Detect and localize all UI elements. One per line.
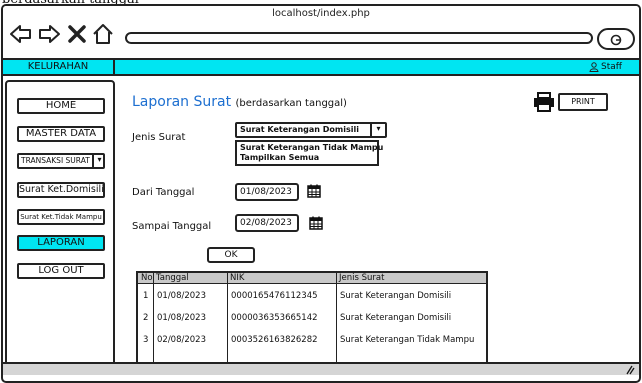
page-title-text: Laporan Surat (132, 94, 232, 110)
cell-tanggal: 01/08/2023 (157, 313, 206, 323)
sidebar-item-master-data[interactable]: MASTER DATA (17, 126, 105, 142)
sidebar-item-surat-domisili[interactable]: Surat Ket.Domisili (17, 182, 105, 198)
cell-no: 1 (143, 291, 149, 301)
column-header: Jenis Surat (339, 273, 385, 283)
tab-title: localhost/index.php (272, 8, 370, 19)
sampai-tanggal-input[interactable]: 02/08/2023 (235, 214, 299, 232)
brand-label: KELURAHAN (3, 60, 115, 74)
sidebar-item-surat-tidak-mampu[interactable]: Surat Ket.Tidak Mampu (17, 209, 105, 225)
column-header: No (141, 273, 153, 283)
sidebar-item-laporan[interactable]: LAPORAN (17, 235, 105, 251)
results-table: No Tanggal NIK Jenis Surat 1 01/08/2023 … (136, 271, 488, 364)
chevron-down-icon: ▾ (92, 155, 103, 167)
user-label: Staff (601, 62, 622, 72)
dropdown-option[interactable]: Tampilkan Semua (240, 153, 319, 162)
browser-titlebar: localhost/index.php (3, 6, 639, 58)
transaksi-surat-label: TRANSAKSI SURAT (21, 156, 90, 165)
chevron-down-icon: ▾ (370, 122, 385, 138)
cell-nik: 0003526163826282 (231, 335, 318, 345)
table-row[interactable]: 1 01/08/2023 0000165476112345 Surat Kete… (138, 291, 486, 305)
cell-tanggal: 01/08/2023 (157, 291, 206, 301)
home-icon[interactable] (91, 22, 115, 46)
calendar-icon[interactable] (309, 216, 323, 230)
forward-arrow-icon[interactable] (37, 22, 61, 46)
resize-grip-icon[interactable] (623, 365, 635, 375)
cell-jenis: Surat Keterangan Domisili (340, 313, 452, 323)
calendar-icon[interactable] (307, 184, 321, 198)
table-row[interactable]: 2 01/08/2023 0000036353665142 Surat Kete… (138, 313, 486, 327)
jenis-surat-dropdown: Surat Keterangan Tidak Mampu Tampilkan S… (235, 140, 383, 166)
cell-no: 2 (143, 313, 149, 323)
sidebar-item-transaksi-surat[interactable]: TRANSAKSI SURAT ▾ (17, 153, 105, 169)
column-header: NIK (230, 273, 245, 283)
dropdown-option[interactable]: Surat Keterangan Tidak Mampu (240, 143, 383, 152)
search-button[interactable] (597, 28, 635, 50)
jenis-surat-select[interactable]: Surat Keterangan Domisili ▾ (235, 122, 387, 138)
cell-no: 3 (143, 335, 149, 345)
user-icon (589, 62, 599, 72)
column-header: Tanggal (156, 273, 189, 283)
sidebar-item-logout[interactable]: LOG OUT (17, 263, 105, 279)
sampai-tanggal-label: Sampai Tanggal (132, 221, 212, 232)
cell-tanggal: 02/08/2023 (157, 335, 206, 345)
jenis-surat-selected: Surat Keterangan Domisili (240, 125, 359, 134)
dari-tanggal-label: Dari Tanggal (132, 187, 195, 198)
sidebar-item-home[interactable]: HOME (17, 98, 105, 114)
url-input[interactable] (125, 32, 593, 44)
table-row[interactable]: 3 02/08/2023 0003526163826282 Surat Kete… (138, 335, 486, 349)
cell-nik: 0000036353665142 (231, 313, 318, 323)
table-header: No Tanggal NIK Jenis Surat (138, 273, 486, 284)
app-header: KELURAHAN Staff (3, 58, 639, 76)
page-subtitle: (berdasarkan tanggal) (235, 98, 347, 109)
status-bar (3, 362, 639, 375)
dari-tanggal-input[interactable]: 01/08/2023 (235, 183, 299, 201)
jenis-surat-label: Jenis Surat (132, 132, 186, 143)
ok-button[interactable]: OK (207, 247, 255, 263)
browser-window: localhost/index.php KELURAHAN Staff HOME… (1, 4, 641, 383)
cell-nik: 0000165476112345 (231, 291, 318, 301)
printer-icon[interactable] (533, 92, 555, 112)
sidebar: HOME MASTER DATA TRANSAKSI SURAT ▾ Surat… (5, 80, 115, 368)
back-arrow-icon[interactable] (9, 22, 33, 46)
close-icon[interactable] (65, 22, 89, 46)
cell-jenis: Surat Keterangan Tidak Mampu (340, 335, 475, 345)
user-menu[interactable]: Staff (581, 60, 637, 74)
cell-jenis: Surat Keterangan Domisili (340, 291, 452, 301)
search-icon (610, 34, 622, 46)
page-title: Laporan Surat (berdasarkan tanggal) (132, 94, 347, 110)
print-button[interactable]: PRINT (558, 93, 608, 111)
